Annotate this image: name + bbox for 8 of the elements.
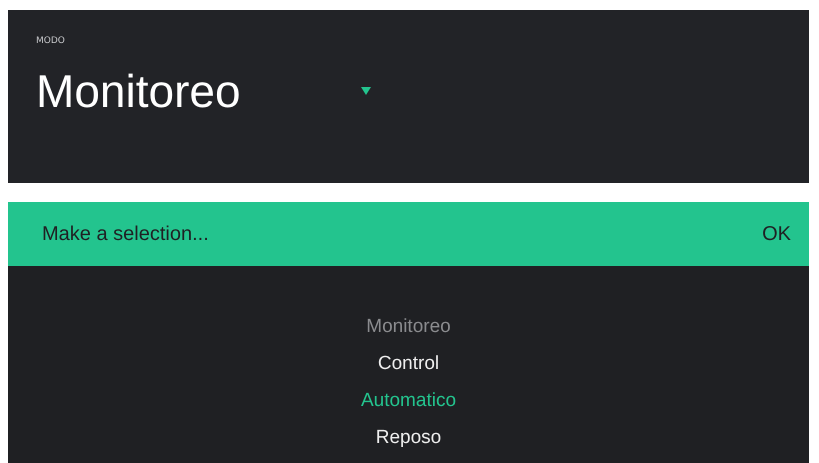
picker-option[interactable]: Control bbox=[378, 345, 440, 382]
picker-prompt: Make a selection... bbox=[42, 222, 209, 246]
widget-label: MODO bbox=[36, 36, 65, 46]
selected-value[interactable]: Monitoreo bbox=[36, 64, 241, 118]
picker-option[interactable]: Automatico bbox=[360, 382, 456, 419]
picker-option[interactable]: Reposo bbox=[376, 419, 442, 456]
ok-button[interactable]: OK bbox=[762, 222, 791, 246]
dropdown-caret-icon[interactable] bbox=[360, 87, 371, 95]
